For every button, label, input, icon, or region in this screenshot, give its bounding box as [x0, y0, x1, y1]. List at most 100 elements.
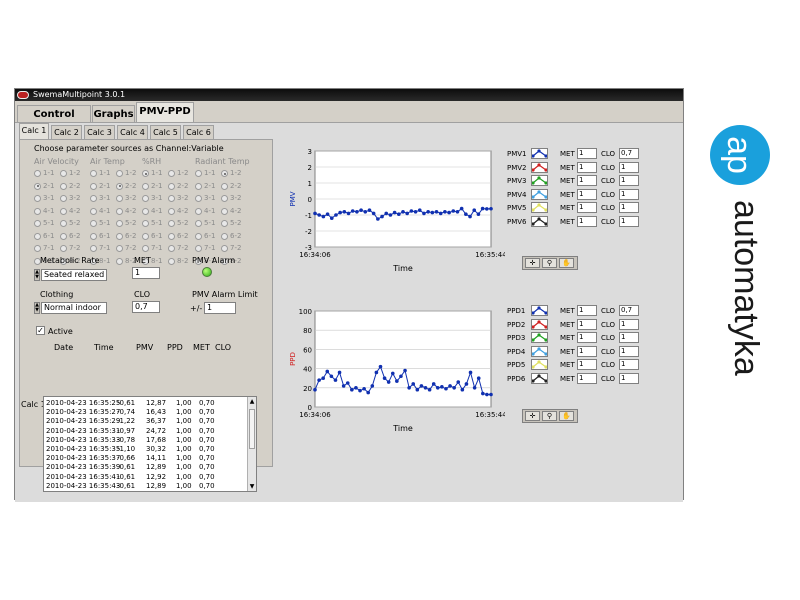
radio-button[interactable] [168, 195, 175, 202]
radio-button[interactable] [195, 182, 202, 190]
radio-button[interactable] [116, 182, 123, 190]
tab-calc-1[interactable]: Calc 1 [19, 123, 49, 139]
tab-pmv-ppd[interactable]: PMV-PPD [136, 102, 194, 122]
legend-clo-input[interactable]: 0,7 [619, 305, 639, 316]
metabolic-stepper[interactable]: ▲ ▼ [34, 269, 40, 281]
tab-calc-2[interactable]: Calc 2 [51, 125, 82, 139]
radio-button[interactable] [60, 220, 67, 227]
radio-button[interactable] [60, 245, 67, 252]
legend-plot-swatch[interactable] [531, 318, 548, 330]
clo-input[interactable]: 0,7 [132, 301, 160, 313]
radio-button[interactable] [60, 207, 67, 215]
legend-met-input[interactable]: 1 [577, 188, 597, 200]
radio-button[interactable] [195, 245, 202, 252]
radio-button[interactable] [34, 182, 41, 190]
radio-button[interactable] [142, 207, 149, 215]
radio-button[interactable] [34, 170, 41, 177]
radio-button[interactable] [90, 245, 97, 252]
radio-button[interactable] [168, 245, 175, 252]
pan-hand-icon[interactable]: ✋ [559, 411, 574, 421]
radio-button[interactable] [34, 207, 41, 215]
radio-button[interactable] [168, 257, 175, 265]
radio-button[interactable] [60, 182, 67, 190]
radio-button[interactable] [142, 245, 149, 252]
legend-met-input[interactable]: 1 [577, 345, 597, 357]
legend-plot-swatch[interactable] [531, 215, 548, 227]
radio-button[interactable] [221, 220, 228, 227]
legend-plot-swatch[interactable] [531, 372, 548, 384]
crosshair-tool-icon[interactable]: ✛ [525, 258, 540, 268]
radio-button[interactable] [168, 220, 175, 227]
legend-plot-swatch[interactable] [531, 161, 548, 173]
legend-plot-swatch[interactable] [531, 188, 548, 200]
scroll-down-arrow-icon[interactable]: ▼ [248, 482, 256, 491]
radio-button[interactable] [116, 195, 123, 202]
legend-met-input[interactable]: 1 [577, 202, 597, 213]
radio-button[interactable] [195, 207, 202, 215]
radio-button[interactable] [34, 220, 41, 227]
met-input[interactable]: 1 [132, 267, 160, 279]
clothing-select[interactable]: Normal indoor [41, 302, 107, 314]
pan-hand-icon[interactable]: ✋ [559, 258, 574, 268]
log-table[interactable]: 2010-04-23 16:35:25 -0,61 12,87 1,00 0,70 201… [43, 396, 257, 492]
radio-button[interactable] [90, 170, 97, 177]
radio-button[interactable] [221, 195, 228, 202]
radio-button[interactable] [116, 220, 123, 227]
radio-button[interactable] [221, 182, 228, 190]
legend-plot-swatch[interactable] [531, 305, 548, 316]
radio-button[interactable] [34, 195, 41, 202]
crosshair-tool-icon[interactable]: ✛ [525, 411, 540, 421]
tab-calc-3[interactable]: Calc 3 [84, 125, 115, 139]
radio-button[interactable] [34, 232, 41, 240]
tab-calc-6[interactable]: Calc 6 [183, 125, 214, 139]
zoom-tool-icon[interactable]: ⚲ [542, 411, 557, 421]
scroll-up-arrow-icon[interactable]: ▲ [248, 397, 256, 406]
legend-met-input[interactable]: 1 [577, 318, 597, 330]
legend-met-input[interactable]: 1 [577, 305, 597, 316]
legend-plot-swatch[interactable] [531, 332, 548, 343]
radio-button[interactable] [116, 245, 123, 252]
radio-button[interactable] [168, 182, 175, 190]
legend-met-input[interactable]: 1 [577, 175, 597, 186]
radio-button[interactable] [90, 220, 97, 227]
clothing-stepper[interactable]: ▲ ▼ [34, 302, 40, 314]
legend-clo-input[interactable]: 1 [619, 202, 639, 213]
radio-button[interactable] [142, 220, 149, 227]
radio-button[interactable] [90, 207, 97, 215]
radio-button[interactable] [168, 207, 175, 215]
legend-plot-swatch[interactable] [531, 175, 548, 186]
radio-button[interactable] [60, 170, 67, 177]
legend-clo-input[interactable]: 1 [619, 372, 639, 384]
radio-button[interactable] [90, 195, 97, 202]
legend-clo-input[interactable]: 1 [619, 175, 639, 186]
legend-met-input[interactable]: 1 [577, 332, 597, 343]
legend-clo-input[interactable]: 0,7 [619, 148, 639, 159]
radio-button[interactable] [195, 232, 202, 240]
radio-button[interactable] [221, 170, 228, 177]
radio-button[interactable] [116, 170, 123, 177]
radio-button[interactable] [116, 257, 123, 265]
legend-plot-swatch[interactable] [531, 359, 548, 370]
log-scrollbar[interactable]: ▲ ▼ [247, 397, 256, 491]
radio-button[interactable] [90, 182, 97, 190]
legend-plot-swatch[interactable] [531, 345, 548, 357]
pmv-alarm-limit-input[interactable]: 1 [204, 302, 236, 314]
tab-calc-4[interactable]: Calc 4 [117, 125, 148, 139]
legend-clo-input[interactable]: 1 [619, 318, 639, 330]
radio-button[interactable] [195, 170, 202, 177]
active-checkbox[interactable]: ✓ [36, 326, 45, 335]
radio-button[interactable] [60, 232, 67, 240]
radio-button[interactable] [60, 195, 67, 202]
legend-met-input[interactable]: 1 [577, 215, 597, 227]
radio-button[interactable] [168, 232, 175, 240]
legend-met-input[interactable]: 1 [577, 359, 597, 370]
legend-clo-input[interactable]: 1 [619, 188, 639, 200]
metabolic-rate-select[interactable]: Seated relaxed [41, 269, 107, 281]
radio-button[interactable] [221, 232, 228, 240]
radio-button[interactable] [195, 195, 202, 202]
radio-button[interactable] [142, 195, 149, 202]
legend-met-input[interactable]: 1 [577, 161, 597, 173]
legend-met-input[interactable]: 1 [577, 372, 597, 384]
radio-button[interactable] [195, 220, 202, 227]
legend-clo-input[interactable]: 1 [619, 332, 639, 343]
